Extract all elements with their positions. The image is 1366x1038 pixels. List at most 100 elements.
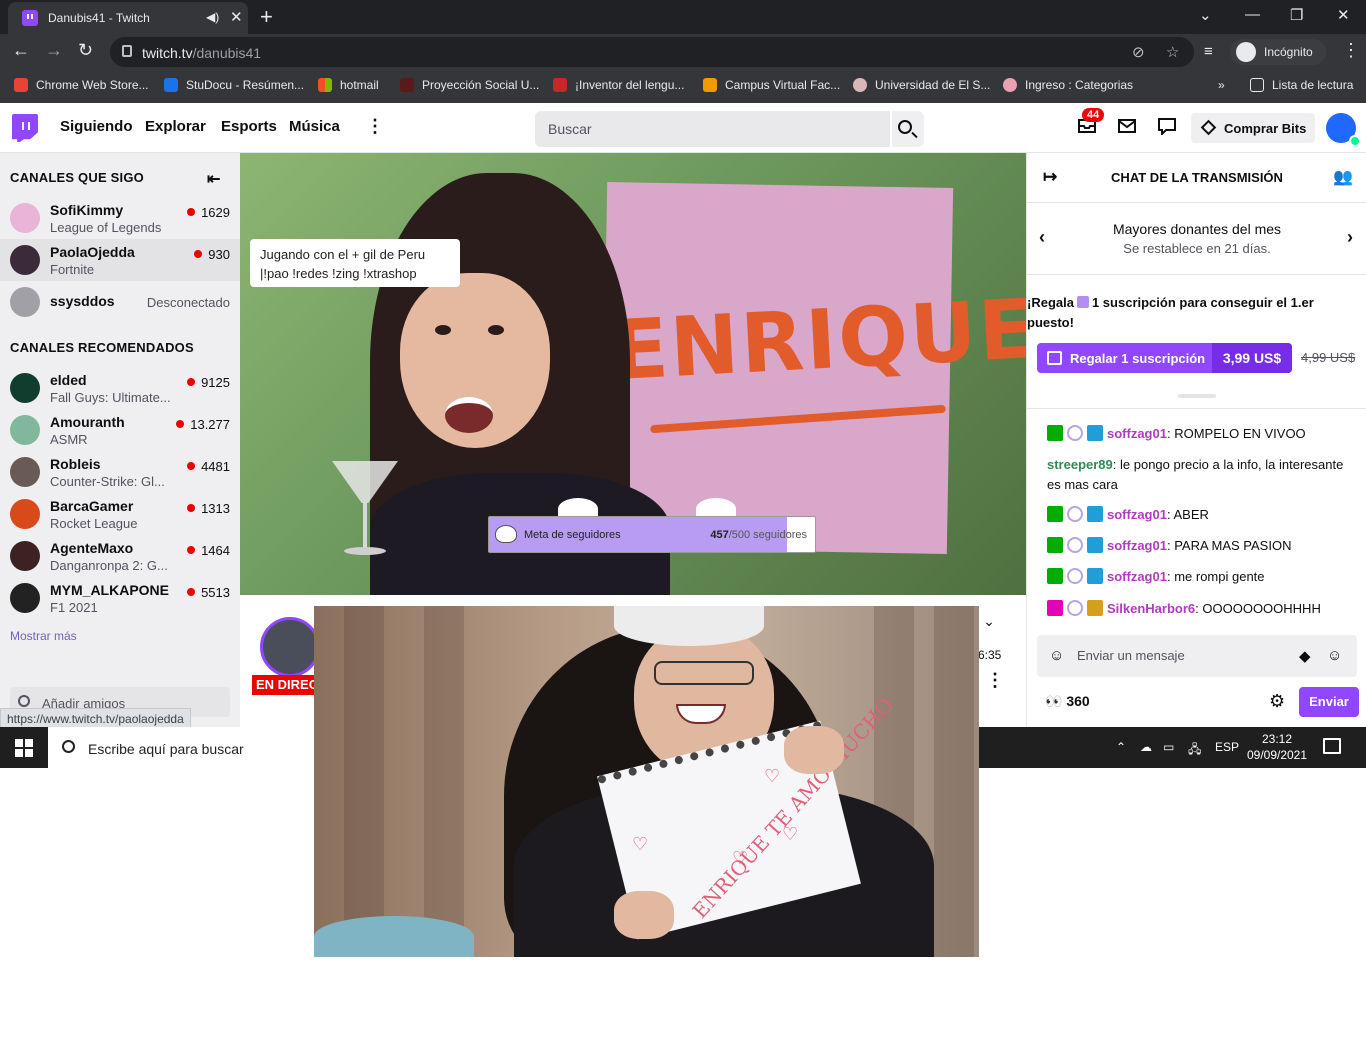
chat-username[interactable]: soffzag01: [1107, 426, 1167, 441]
drag-handle[interactable]: [1178, 394, 1216, 398]
bookmark-item[interactable]: Universidad de El S...: [853, 78, 990, 92]
forward-icon[interactable]: →: [45, 40, 63, 61]
search-icon: [898, 120, 912, 134]
emote-picker-icon[interactable]: ☺: [1327, 647, 1342, 664]
channel-name: Amouranth: [50, 414, 125, 430]
more-options-icon[interactable]: ⋮: [986, 670, 1004, 691]
send-chat-button[interactable]: Enviar: [1299, 687, 1359, 717]
channel-points-icon[interactable]: ☺: [1049, 647, 1064, 664]
cloud-icon[interactable]: ☁: [1140, 740, 1152, 754]
badge-icon: [1087, 537, 1103, 553]
more-bookmarks-icon[interactable]: »: [1218, 78, 1225, 92]
battery-icon[interactable]: ▭: [1163, 740, 1174, 754]
chat-username[interactable]: streeper89: [1047, 457, 1113, 472]
nav-browse[interactable]: Explorar: [145, 118, 206, 135]
search-button[interactable]: [892, 111, 924, 147]
bookmark-item[interactable]: Ingreso : Categorias: [1003, 78, 1133, 92]
new-tab-button[interactable]: +: [260, 4, 273, 30]
sidebar-channel-barcagamer[interactable]: BarcaGamer Rocket League 1313: [0, 493, 240, 535]
nav-esports[interactable]: Esports: [221, 118, 277, 135]
close-window-icon[interactable]: ✕: [1337, 6, 1350, 24]
nav-following[interactable]: Siguiendo: [60, 118, 133, 135]
bookmark-item[interactable]: Proyección Social U...: [400, 78, 539, 92]
bits-gem-icon[interactable]: ◆: [1299, 647, 1311, 665]
bookmark-item[interactable]: Campus Virtual Fac...: [703, 78, 840, 92]
address-bar[interactable]: twitch.tv/danubis41 ⊘ ☆: [110, 37, 1194, 67]
left-sidebar: CANALES QUE SIGO ⇤ SofiKimmy League of L…: [0, 153, 240, 727]
channel-game: F1 2021: [50, 600, 98, 615]
sidebar-channel-sofikimmy[interactable]: SofiKimmy League of Legends 1629: [0, 197, 240, 239]
whispers-icon[interactable]: [1157, 117, 1177, 135]
heart-icon: ♡: [632, 834, 649, 854]
notification-center-icon[interactable]: [1323, 738, 1341, 754]
sidebar-channel-robleis[interactable]: Robleis Counter-Strike: Gl... 4481: [0, 451, 240, 493]
chat-username[interactable]: soffzag01: [1107, 569, 1167, 584]
chat-username[interactable]: SilkenHarbor6: [1107, 601, 1195, 616]
eye-off-icon[interactable]: ⊘: [1132, 43, 1145, 61]
tray-chevron-icon[interactable]: ⌃: [1116, 740, 1126, 754]
input-language[interactable]: ESP: [1215, 740, 1239, 754]
chat-username[interactable]: soffzag01: [1107, 538, 1167, 553]
taskbar-search-input[interactable]: Escribe aquí para buscar: [48, 727, 314, 768]
windows-start-icon[interactable]: [15, 739, 33, 757]
twitch-top-nav: Siguiendo Explorar Esports Música ⋮ Busc…: [0, 103, 1366, 153]
user-avatar[interactable]: [1326, 113, 1361, 147]
media-icon[interactable]: ≡: [1204, 43, 1213, 60]
reading-list-button[interactable]: Lista de lectura: [1250, 78, 1353, 92]
sidebar-channel-amouranth[interactable]: Amouranth ASMR 13.277: [0, 409, 240, 451]
more-options-icon[interactable]: ⋮: [366, 116, 384, 137]
leaderboard: ‹ Mayores donantes del mes Se restablece…: [1027, 203, 1366, 275]
show-more-link[interactable]: Mostrar más: [10, 629, 77, 643]
search-input[interactable]: Buscar: [535, 111, 890, 147]
reload-icon[interactable]: ↻: [78, 40, 93, 61]
chat-text: : ABER: [1166, 507, 1209, 522]
chevron-right-icon[interactable]: ›: [1347, 227, 1353, 248]
video-player[interactable]: ENRIQUE Jugando con el + gil de Peru |!p…: [240, 153, 1026, 595]
chevron-down-icon[interactable]: ⌄: [976, 608, 1002, 634]
sidebar-channel-agentemaxo[interactable]: AgenteMaxo Danganronpa 2: G... 1464: [0, 535, 240, 577]
incognito-indicator[interactable]: Incógnito: [1230, 39, 1326, 65]
channel-name: PaolaOjedda: [50, 244, 135, 260]
network-icon[interactable]: 🖧: [1188, 740, 1201, 761]
sidebar-channel-mym-alkapone[interactable]: MYM_ALKAPONE F1 2021 5513: [0, 577, 240, 619]
channel-game: Counter-Strike: Gl...: [50, 474, 165, 489]
stream-overlay-note: Jugando con el + gil de Peru |!pao !rede…: [250, 239, 460, 287]
offline-status: Desconectado: [146, 295, 230, 310]
close-tab-icon[interactable]: ✕: [230, 8, 243, 26]
streamer-avatar[interactable]: [260, 617, 320, 677]
whispers-mail-icon[interactable]: [1117, 117, 1137, 135]
stream-uptime: 6:35: [978, 648, 1002, 662]
overlay-note-line: Jugando con el + gil de Peru: [260, 247, 426, 262]
restore-icon[interactable]: ❐: [1290, 6, 1303, 24]
community-icon[interactable]: 👥: [1333, 167, 1353, 187]
chat-settings-gear-icon[interactable]: ⚙: [1269, 691, 1285, 712]
browser-menu-icon[interactable]: ⋮: [1342, 40, 1360, 61]
chat-username[interactable]: soffzag01: [1107, 507, 1167, 522]
bookmark-item[interactable]: StuDocu - Resúmen...: [164, 78, 304, 92]
twitch-favicon-icon: [22, 10, 38, 26]
tab-search-icon[interactable]: ⌄: [1199, 6, 1212, 24]
collapse-sidebar-icon[interactable]: ⇤: [207, 169, 220, 189]
twitch-logo-icon[interactable]: [12, 114, 38, 142]
browser-tab[interactable]: Danubis41 - Twitch ◀) ✕: [8, 2, 248, 34]
sidebar-channel-paolaojedda[interactable]: PaolaOjedda Fortnite 930: [0, 239, 240, 281]
star-icon[interactable]: ☆: [1166, 43, 1179, 61]
buy-bits-button[interactable]: Comprar Bits: [1191, 113, 1315, 143]
badge-icon: [1047, 537, 1063, 553]
bookmark-item[interactable]: Chrome Web Store...: [14, 78, 149, 92]
taskbar-clock[interactable]: 23:12 09/09/2021: [1242, 731, 1312, 763]
chat-input[interactable]: ☺ Enviar un mensaje ◆ ☺: [1037, 635, 1357, 677]
bookmark-item[interactable]: ¡Inventor del lengu...: [553, 78, 684, 92]
nav-music[interactable]: Música: [289, 118, 340, 135]
minimize-icon[interactable]: —: [1245, 6, 1260, 23]
back-icon[interactable]: ←: [12, 40, 30, 61]
chat-panel: ↦ CHAT DE LA TRANSMISIÓN 👥 ‹ Mayores don…: [1026, 153, 1366, 727]
sidebar-channel-elded[interactable]: elded Fall Guys: Ultimate... 9125: [0, 367, 240, 409]
sidebar-channel-ssysddos[interactable]: ssysddos Desconectado: [0, 281, 240, 323]
speaker-icon[interactable]: ◀): [206, 10, 219, 24]
bookmark-item[interactable]: hotmail: [318, 78, 379, 92]
channel-points-balance[interactable]: 👀 360: [1045, 693, 1090, 710]
live-badge: EN DIREC: [252, 675, 323, 695]
gift-subscription-button[interactable]: Regalar 1 suscripción 3,99 US$: [1037, 343, 1292, 373]
bits-gem-icon: [1200, 119, 1217, 136]
